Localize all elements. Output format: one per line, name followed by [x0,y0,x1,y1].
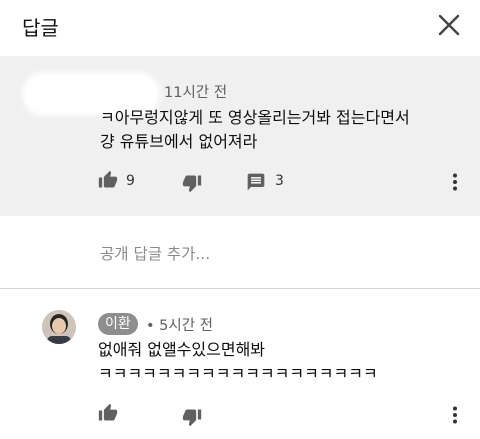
reply-panel-header: 답글 [0,0,480,50]
comment-time: 11시간 전 [164,85,228,101]
comment-icon [247,173,265,191]
like-button[interactable] [98,170,118,194]
comment-text-line-1: ㅋ아무렁지않게 또 영상올리는거봐 접는다면서 [100,108,410,127]
reply-dislike-button[interactable] [182,407,202,431]
divider [0,288,480,289]
avatar-image [42,310,76,344]
reply-count: 3 [275,173,284,189]
panel-title: 답글 [22,16,59,40]
thumb-up-icon [98,403,118,421]
like-count: 9 [126,173,135,189]
comment-text-line-2: 걍 유튜브에서 없어져라 [100,132,258,151]
more-vert-icon [453,173,457,191]
more-vert-icon [453,406,457,424]
reply-text-line-2: ㅋㅋㅋㅋㅋㅋㅋㅋㅋㅋㅋㅋㅋㅋㅋㅋㅋㅋㅋ [98,364,378,383]
reply-author-badge[interactable]: 이환 [98,313,138,335]
comment-more-button[interactable] [452,173,458,191]
close-icon [438,14,460,36]
close-button[interactable] [432,8,466,42]
reply-count-button[interactable] [246,172,266,196]
thumb-down-icon [182,175,202,193]
avatar[interactable] [42,310,76,344]
thumb-down-icon [182,409,202,427]
dislike-button[interactable] [182,173,202,197]
top-comment: 11시간 전 ㅋ아무렁지않게 또 영상올리는거봐 접는다면서 걍 유튜브에서 없… [0,56,480,216]
thumb-up-icon [98,170,118,188]
add-reply-input[interactable]: 공개 답글 추가... [100,242,210,264]
reply-like-button[interactable] [98,403,118,427]
reply-more-button[interactable] [452,406,458,424]
reply-time: • 5시간 전 [146,318,214,334]
reply-text-line-1: 없애줘 없앨수있으면해봐 [98,340,266,359]
